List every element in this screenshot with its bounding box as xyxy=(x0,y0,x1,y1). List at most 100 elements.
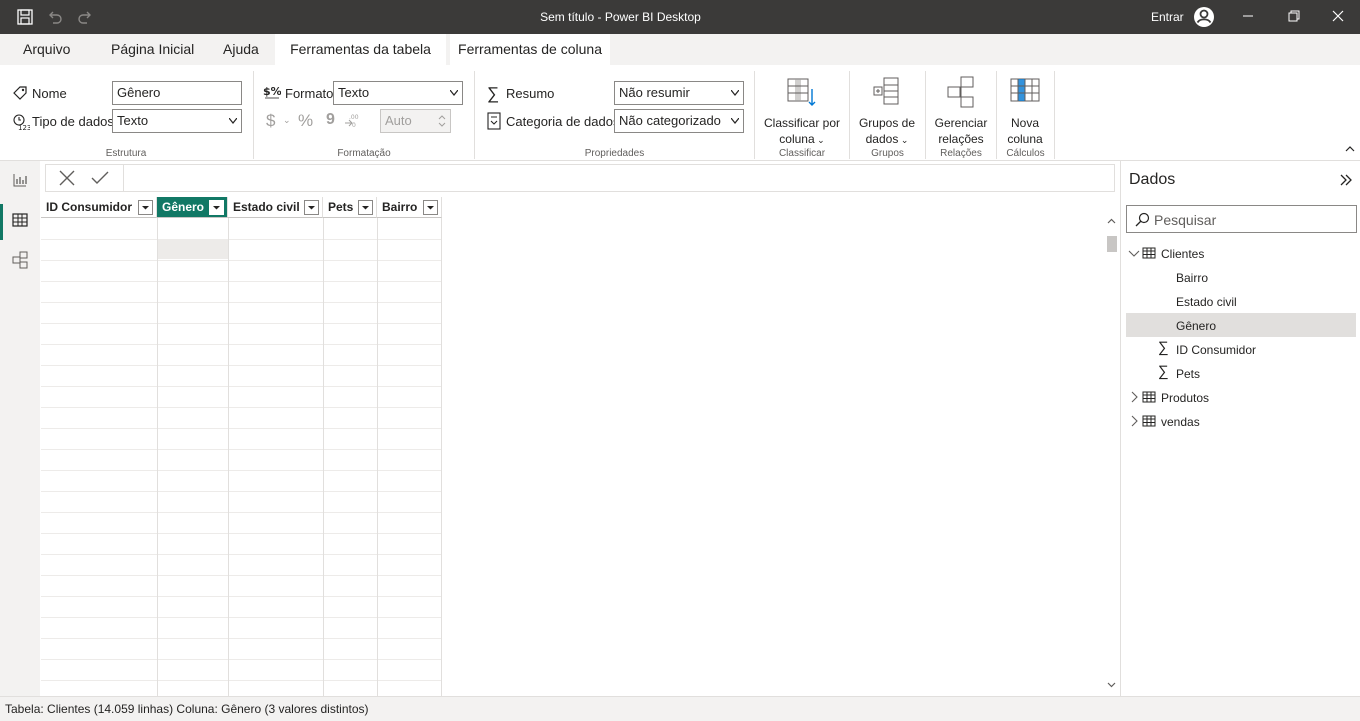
vertical-scrollbar[interactable] xyxy=(1103,216,1120,696)
tab-arquivo[interactable]: Arquivo xyxy=(23,34,70,65)
column-header-pets[interactable]: Pets xyxy=(323,197,377,218)
divider xyxy=(253,71,254,159)
manage-relationships-line2: relações xyxy=(938,132,984,146)
tree-table-clientes[interactable]: Clientes xyxy=(1161,247,1204,261)
collapse-ribbon-icon[interactable] xyxy=(1345,145,1355,153)
new-column-button[interactable]: Nova coluna xyxy=(998,75,1052,147)
chevron-down-icon[interactable] xyxy=(1128,247,1140,259)
filter-dropdown-icon[interactable] xyxy=(358,200,373,215)
model-view-icon[interactable] xyxy=(11,251,29,269)
chevron-down-icon: ⌄ xyxy=(898,135,909,145)
tab-ajuda[interactable]: Ajuda xyxy=(223,34,259,65)
tree-field-genero[interactable]: Gênero xyxy=(1176,319,1216,333)
chevron-down-icon: ⌄ xyxy=(283,115,291,125)
report-view-icon[interactable] xyxy=(11,171,29,189)
data-groups-line1: Grupos de xyxy=(858,116,916,130)
data-type-label: Tipo de dados xyxy=(32,114,114,129)
search-input[interactable]: Pesquisar xyxy=(1126,205,1357,233)
tab-label: Ferramentas da tabela xyxy=(290,41,431,57)
column-header-bairro[interactable]: Bairro xyxy=(377,197,442,218)
data-grid: ID Consumidor Gênero Estado civil Pets B… xyxy=(41,197,442,696)
tree-field-id-consumidor[interactable]: ID Consumidor xyxy=(1176,343,1256,357)
commit-icon[interactable] xyxy=(90,169,110,187)
ribbon: Nome Gênero 123 Tipo de dados Texto Estr… xyxy=(0,65,1360,161)
format-label: Formato xyxy=(285,86,334,101)
summary-label: Resumo xyxy=(506,86,555,101)
manage-relationships-button[interactable]: Gerenciar relações xyxy=(928,75,994,147)
column-header-label: Pets xyxy=(328,200,354,214)
chevron-down-icon xyxy=(731,118,739,124)
svg-text:123: 123 xyxy=(18,124,30,131)
data-type-icon: 123 xyxy=(12,113,30,131)
filter-dropdown-icon[interactable] xyxy=(138,200,153,215)
summary-select[interactable]: Não resumir xyxy=(614,81,744,105)
column-header-label: Bairro xyxy=(382,200,418,214)
minimize-icon[interactable] xyxy=(1240,8,1256,24)
tree-field-estado-civil[interactable]: Estado civil xyxy=(1176,295,1237,309)
column-name-input[interactable]: Gênero xyxy=(112,81,242,105)
divider xyxy=(996,71,997,159)
column-header-id-consumidor[interactable]: ID Consumidor xyxy=(41,197,157,218)
search-icon xyxy=(1134,212,1150,228)
cancel-icon[interactable] xyxy=(58,169,76,187)
spinner-icon[interactable] xyxy=(438,113,446,129)
decimal-places-input[interactable]: Auto xyxy=(380,109,451,133)
data-groups-button[interactable]: Grupos de dados ⌄ xyxy=(852,75,922,148)
filter-dropdown-icon[interactable] xyxy=(423,200,438,215)
format-icon: $% xyxy=(263,84,281,100)
filter-dropdown-icon[interactable] xyxy=(209,200,224,215)
format-value: Texto xyxy=(338,85,370,100)
group-label-grupos: Grupos xyxy=(871,148,904,159)
collapse-pane-icon[interactable] xyxy=(1338,172,1354,188)
data-pane: Dados Pesquisar Clientes Bairro Estado c… xyxy=(1120,161,1360,696)
filter-dropdown-icon[interactable] xyxy=(304,200,319,215)
tab-ferramentas-tabela[interactable]: Ferramentas da tabela xyxy=(275,34,446,65)
tab-ferramentas-coluna[interactable]: Ferramentas de coluna xyxy=(450,34,610,65)
column-header-genero[interactable]: Gênero xyxy=(157,197,228,218)
chevron-down-icon xyxy=(450,90,458,96)
sort-by-column-button[interactable]: Classificar por coluna ⌄ xyxy=(758,75,846,148)
close-icon[interactable] xyxy=(1330,8,1346,24)
divider xyxy=(1054,71,1055,159)
data-groups-icon xyxy=(873,77,899,105)
decimal-places-value: Auto xyxy=(385,113,412,128)
tree-field-pets[interactable]: Pets xyxy=(1176,367,1200,381)
formula-bar[interactable] xyxy=(45,164,1115,192)
sort-by-column-line2: coluna xyxy=(779,132,815,146)
sort-by-column-line1: Classificar por xyxy=(763,116,841,130)
sigma-icon: ∑ xyxy=(1158,363,1169,380)
column-header-label: Estado civil xyxy=(233,200,300,214)
tree-field-bairro[interactable]: Bairro xyxy=(1176,271,1208,285)
sigma-icon: ∑ xyxy=(487,84,500,103)
category-select[interactable]: Não categorizado xyxy=(614,109,744,133)
manage-relationships-icon xyxy=(947,76,974,108)
status-bar: Tabela: Clientes (14.059 linhas) Coluna:… xyxy=(0,696,1360,721)
user-avatar-icon[interactable] xyxy=(1193,6,1215,28)
chevron-right-icon[interactable] xyxy=(1128,415,1140,427)
group-label-classificar: Classificar xyxy=(778,148,826,159)
currency-icon[interactable]: $ xyxy=(266,111,275,131)
ribbon-tabs: Arquivo Página Inicial Ajuda Ferramentas… xyxy=(0,34,1360,65)
divider xyxy=(474,71,475,159)
table-view-icon[interactable] xyxy=(11,211,29,229)
tree-table-vendas[interactable]: vendas xyxy=(1161,415,1200,429)
selected-field-highlight xyxy=(1126,313,1356,337)
tree-table-produtos[interactable]: Produtos xyxy=(1161,391,1209,405)
data-groups-line2: dados xyxy=(865,132,899,146)
data-type-select[interactable]: Texto xyxy=(112,109,242,133)
svg-text:$%: $% xyxy=(263,85,281,98)
sign-in-link[interactable]: Entrar xyxy=(1151,10,1184,24)
chevron-right-icon[interactable] xyxy=(1128,391,1140,403)
title-bar: Sem título - Power BI Desktop Entrar xyxy=(0,0,1360,34)
column-header-label: Gênero xyxy=(162,200,205,214)
window-title: Sem título - Power BI Desktop xyxy=(540,10,701,24)
chevron-down-icon xyxy=(229,118,237,124)
decimal-icon[interactable]: .00 0 xyxy=(343,112,359,128)
tab-pagina-inicial[interactable]: Página Inicial xyxy=(111,34,194,65)
column-header-estado-civil[interactable]: Estado civil xyxy=(228,197,323,218)
comma-icon[interactable]: 9 xyxy=(326,111,335,129)
format-select[interactable]: Texto xyxy=(333,81,463,105)
percent-icon[interactable]: % xyxy=(298,111,313,131)
restore-icon[interactable] xyxy=(1286,8,1302,24)
name-label: Nome xyxy=(32,86,67,101)
